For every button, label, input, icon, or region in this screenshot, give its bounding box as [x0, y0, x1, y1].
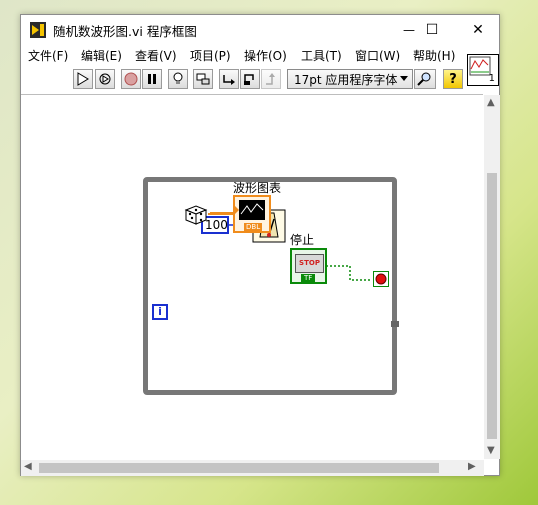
font-dropdown-value: 17pt 应用程序字体 [294, 73, 398, 87]
title-bar: 随机数波形图.vi 程序框图 — ☐ ✕ [21, 15, 499, 45]
stop-terminal-type: TF [301, 274, 316, 282]
run-continuously-button[interactable] [95, 69, 115, 89]
scroll-right-icon[interactable]: ▶ [468, 461, 476, 472]
scroll-up-icon[interactable]: ▲ [487, 97, 495, 108]
window-title: 随机数波形图.vi 程序框图 [53, 24, 197, 39]
block-diagram-window: 随机数波形图.vi 程序框图 — ☐ ✕ 文件(F) 编辑(E) 查看(V) 项… [20, 14, 500, 476]
maximize-button[interactable]: ☐ [409, 15, 455, 45]
pause-button[interactable] [142, 69, 162, 89]
close-icon: ✕ [472, 22, 484, 38]
pause-icon [148, 74, 156, 84]
block-diagram-canvas[interactable]: 100 波形图表 DBL 停止 STOP TF i [21, 95, 483, 459]
context-help-number: 1 [488, 73, 495, 84]
abort-icon [124, 72, 138, 86]
font-dropdown[interactable]: 17pt 应用程序字体 [287, 69, 413, 89]
waveform-chart-label: 波形图表 [233, 181, 282, 195]
step-over-button[interactable] [240, 69, 260, 89]
random-number-dice-icon[interactable] [184, 202, 208, 226]
chart-terminal-type: DBL [244, 223, 263, 231]
probe-icon [196, 73, 210, 85]
scroll-down-icon[interactable]: ▼ [487, 445, 495, 456]
loop-condition-terminal[interactable] [373, 271, 389, 287]
abort-button[interactable] [121, 69, 141, 89]
menu-help[interactable]: 帮助(H) [413, 47, 455, 64]
menu-edit[interactable]: 编辑(E) [81, 47, 122, 64]
stop-button-face: STOP [295, 254, 324, 273]
horizontal-scrollbar[interactable]: ◀ ▶ [21, 460, 484, 476]
step-into-button[interactable] [219, 69, 239, 89]
waveform-chart-terminal[interactable]: DBL [233, 195, 271, 233]
menu-file[interactable]: 文件(F) [28, 47, 68, 64]
chart-icon [235, 200, 265, 220]
wires-layer [210, 212, 372, 281]
loop-iteration-terminal[interactable]: i [152, 304, 168, 320]
step-out-icon [266, 73, 275, 85]
menu-view[interactable]: 查看(V) [135, 47, 177, 64]
scroll-left-icon[interactable]: ◀ [24, 461, 32, 472]
horizontal-scroll-thumb[interactable] [39, 463, 439, 473]
stop-label: 停止 [290, 233, 315, 247]
menu-project[interactable]: 项目(P) [190, 47, 231, 64]
wire-orange [208, 213, 234, 215]
search-button[interactable] [414, 69, 436, 89]
step-over-icon [244, 74, 254, 85]
step-into-icon [223, 75, 235, 85]
run-arrow-icon [77, 72, 89, 86]
toolbar: 17pt 应用程序字体 ? [21, 67, 499, 93]
stop-if-true-icon [375, 273, 387, 285]
retain-wire-values-button[interactable] [193, 69, 213, 89]
highlight-execution-button[interactable] [168, 69, 188, 89]
search-icon [417, 72, 431, 86]
vi-connector-icon[interactable]: 1 [467, 54, 499, 86]
vertical-scrollbar[interactable]: ▲ ▼ [484, 95, 500, 459]
lightbulb-icon [173, 72, 183, 84]
run-button[interactable] [73, 69, 93, 89]
menu-window[interactable]: 窗口(W) [355, 47, 400, 64]
menu-bar: 文件(F) 编辑(E) 查看(V) 项目(P) 操作(O) 工具(T) 窗口(W… [21, 45, 499, 67]
chevron-down-icon [400, 76, 408, 81]
run-continuously-icon [99, 73, 111, 85]
maximize-icon: ☐ [425, 22, 439, 38]
stop-button-terminal[interactable]: STOP TF [290, 248, 327, 284]
vertical-scroll-thumb[interactable] [487, 173, 497, 439]
context-help-button[interactable]: ? [443, 69, 463, 89]
help-question-icon: ? [449, 71, 457, 87]
menu-operate[interactable]: 操作(O) [244, 47, 287, 64]
step-out-button[interactable] [261, 69, 281, 89]
labview-vi-icon [30, 22, 46, 38]
close-button[interactable]: ✕ [455, 15, 501, 45]
menu-tools[interactable]: 工具(T) [301, 47, 342, 64]
wire-stop-to-condition [326, 265, 372, 281]
